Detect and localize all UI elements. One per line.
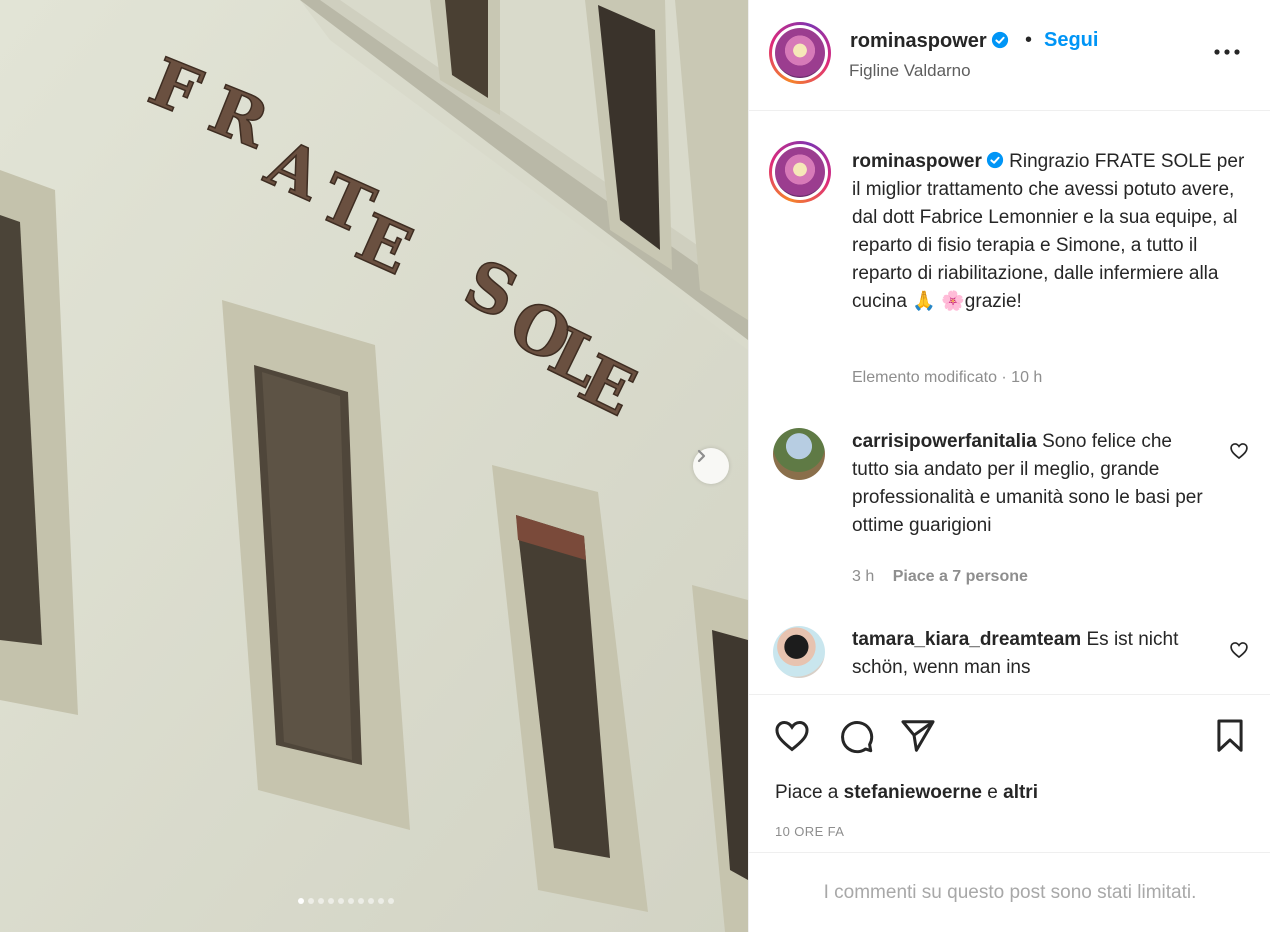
comment-username[interactable]: carrisipowerfanitalia [852, 431, 1037, 452]
commenter-avatar[interactable] [773, 626, 825, 678]
caption-username[interactable]: rominaspower [852, 151, 982, 172]
commenter-avatar[interactable] [773, 428, 825, 480]
caption-author-avatar[interactable] [769, 141, 831, 203]
likes-conjunction: e [987, 782, 998, 803]
post-side-panel: rominaspower • Segui Figline Valdarno ro… [748, 0, 1270, 932]
carousel-dot [348, 898, 354, 904]
post-photo: F R A T E S O L E [0, 0, 748, 932]
likes-summary: Piace a stefaniewoerne e altri [775, 782, 1038, 804]
comment-username[interactable]: tamara_kiara_dreamteam [852, 629, 1081, 650]
carousel-dot [328, 898, 334, 904]
post-actions: Piace a stefaniewoerne e altri 10 ORE FA [749, 694, 1270, 852]
comment-time: 3 h [852, 568, 875, 585]
carousel-dot [358, 898, 364, 904]
author-avatar[interactable] [769, 22, 831, 84]
save-bookmark-icon[interactable] [1211, 717, 1249, 755]
likes-prefix: Piace a [775, 782, 839, 803]
more-options-icon[interactable] [1211, 40, 1243, 64]
separator-dot: • [1025, 29, 1033, 51]
next-photo-button[interactable] [693, 448, 729, 484]
comments-list[interactable]: rominaspower Ringrazio FRATE SOLE per il… [749, 112, 1270, 694]
comment-meta: 3 h Piace a 7 persone [852, 568, 1028, 586]
carousel-indicator [298, 898, 394, 904]
building-facade-image: F R A T E S O L E [0, 0, 748, 932]
carousel-dot [308, 898, 314, 904]
comments-limited-notice: I commenti su questo post sono stati lim… [749, 852, 1270, 932]
comment-item: tamara_kiara_dreamteam Es ist nicht schö… [852, 626, 1212, 682]
like-comment-heart-icon[interactable] [1229, 441, 1249, 461]
post-header: rominaspower • Segui Figline Valdarno [749, 0, 1270, 111]
post-caption: rominaspower Ringrazio FRATE SOLE per il… [852, 148, 1252, 316]
caption-text: Ringrazio FRATE SOLE per il miglior trat… [852, 151, 1245, 312]
like-comment-heart-icon[interactable] [1229, 640, 1249, 660]
comment-likes-link[interactable]: Piace a 7 persone [893, 568, 1028, 585]
carousel-dot [388, 898, 394, 904]
chevron-right-icon [697, 449, 706, 463]
share-paper-plane-icon[interactable] [899, 717, 937, 755]
liker-username-link[interactable]: stefaniewoerne [844, 782, 982, 803]
author-username-link[interactable]: rominaspower [850, 30, 1009, 53]
carousel-dot [318, 898, 324, 904]
caption-edited-meta: Elemento modificato · 10 h [852, 369, 1043, 386]
carousel-dot [378, 898, 384, 904]
author-username[interactable]: rominaspower [850, 30, 987, 52]
follow-button[interactable]: Segui [1044, 29, 1098, 52]
verified-badge-icon [986, 151, 1003, 169]
carousel-dot [368, 898, 374, 904]
carousel-dot [298, 898, 304, 904]
comment-bubble-icon[interactable] [837, 717, 875, 755]
like-heart-icon[interactable] [773, 717, 811, 755]
carousel-dot [338, 898, 344, 904]
comment-item: carrisipowerfanitalia Sono felice che tu… [852, 428, 1212, 540]
verified-badge-icon [991, 31, 1008, 49]
post-timestamp[interactable]: 10 ORE FA [775, 824, 844, 839]
location-link[interactable]: Figline Valdarno [849, 61, 971, 81]
likes-others-link[interactable]: altri [1003, 782, 1038, 803]
